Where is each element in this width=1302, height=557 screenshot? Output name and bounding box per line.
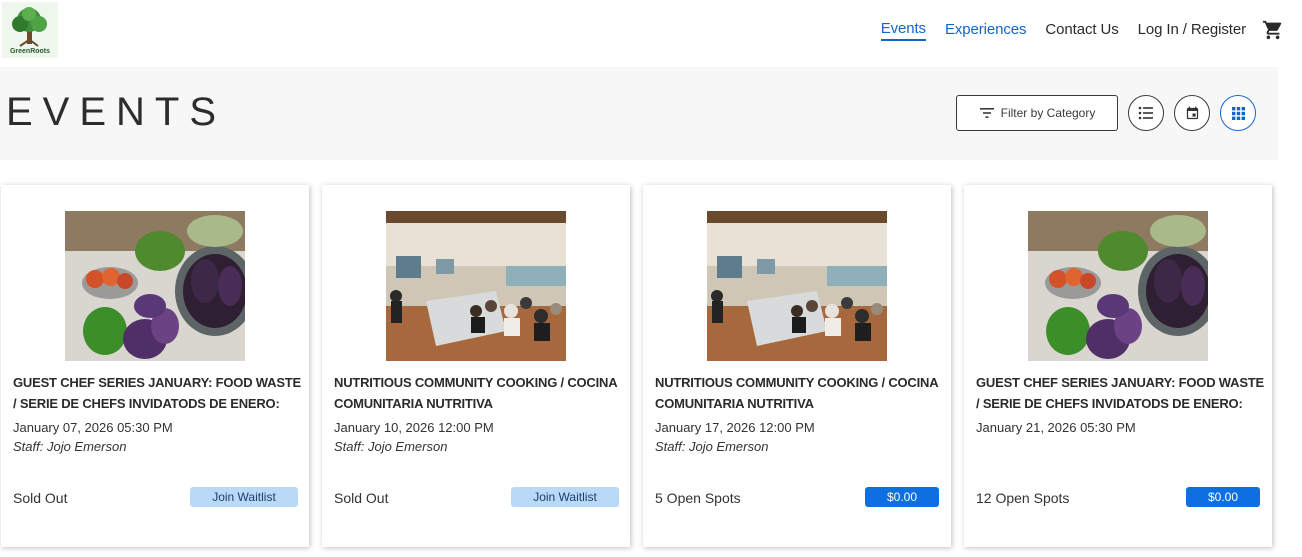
calendar-view-icon xyxy=(1186,106,1198,119)
vegetables-photo[interactable] xyxy=(1028,211,1208,361)
nav-contact-us[interactable]: Contact Us xyxy=(1045,18,1118,42)
filter-by-category-button[interactable]: Filter by Category xyxy=(956,95,1118,131)
nav-experiences[interactable]: Experiences xyxy=(945,18,1027,42)
event-card[interactable]: NUTRITIOUS COMMUNITY COOKING / COCINA CO… xyxy=(322,185,630,547)
event-availability: 5 Open Spots xyxy=(655,490,741,506)
event-title[interactable]: GUEST CHEF SERIES JANUARY: FOOD WASTE / … xyxy=(976,372,1266,414)
filter-label: Filter by Category xyxy=(1000,106,1096,120)
event-date: January 07, 2026 05:30 PM xyxy=(13,420,173,435)
grid-view-button[interactable] xyxy=(1220,95,1256,131)
event-date: January 21, 2026 05:30 PM xyxy=(976,420,1136,435)
nav-login-register[interactable]: Log In / Register xyxy=(1138,18,1246,42)
event-card[interactable]: GUEST CHEF SERIES JANUARY: FOOD WASTE / … xyxy=(1,185,309,547)
classroom-photo[interactable] xyxy=(386,211,566,361)
event-title[interactable]: NUTRITIOUS COMMUNITY COOKING / COCINA CO… xyxy=(655,372,945,414)
event-availability: Sold Out xyxy=(13,490,68,506)
calendar-view-button[interactable] xyxy=(1174,95,1210,131)
site-header: GreenRoots Events Experiences Contact Us… xyxy=(0,0,1302,66)
join-waitlist-button[interactable]: Join Waitlist xyxy=(190,487,298,507)
event-availability: Sold Out xyxy=(334,490,389,506)
event-availability: 12 Open Spots xyxy=(976,490,1070,506)
greenroots-logo[interactable]: GreenRoots xyxy=(2,2,58,58)
events-toolbar: EVENTS Filter by Category xyxy=(0,67,1278,160)
event-card[interactable]: NUTRITIOUS COMMUNITY COOKING / COCINA CO… xyxy=(643,185,951,547)
page-title: EVENTS xyxy=(6,90,227,134)
event-staff: Staff: Jojo Emerson xyxy=(655,439,769,454)
grid-view-icon xyxy=(1231,106,1245,120)
list-view-button[interactable] xyxy=(1128,95,1164,131)
price-button[interactable]: $0.00 xyxy=(865,487,939,507)
list-view-icon xyxy=(1138,106,1153,120)
event-date: January 10, 2026 12:00 PM xyxy=(334,420,494,435)
main-nav: Events Experiences Contact Us Log In / R… xyxy=(862,18,1284,42)
classroom-photo[interactable] xyxy=(707,211,887,361)
price-button[interactable]: $0.00 xyxy=(1186,487,1260,507)
event-staff: Staff: Jojo Emerson xyxy=(13,439,127,454)
logo-text: GreenRoots xyxy=(10,48,50,55)
nav-events[interactable]: Events xyxy=(880,19,926,41)
event-title[interactable]: NUTRITIOUS COMMUNITY COOKING / COCINA CO… xyxy=(334,372,624,414)
join-waitlist-button[interactable]: Join Waitlist xyxy=(511,487,619,507)
event-title[interactable]: GUEST CHEF SERIES JANUARY: FOOD WASTE / … xyxy=(13,372,303,414)
event-staff: Staff: Jojo Emerson xyxy=(334,439,448,454)
vegetables-photo[interactable] xyxy=(65,211,245,361)
filter-icon xyxy=(979,108,994,118)
event-card[interactable]: GUEST CHEF SERIES JANUARY: FOOD WASTE / … xyxy=(964,185,1272,547)
shopping-cart-icon[interactable] xyxy=(1262,19,1284,41)
event-date: January 17, 2026 12:00 PM xyxy=(655,420,815,435)
